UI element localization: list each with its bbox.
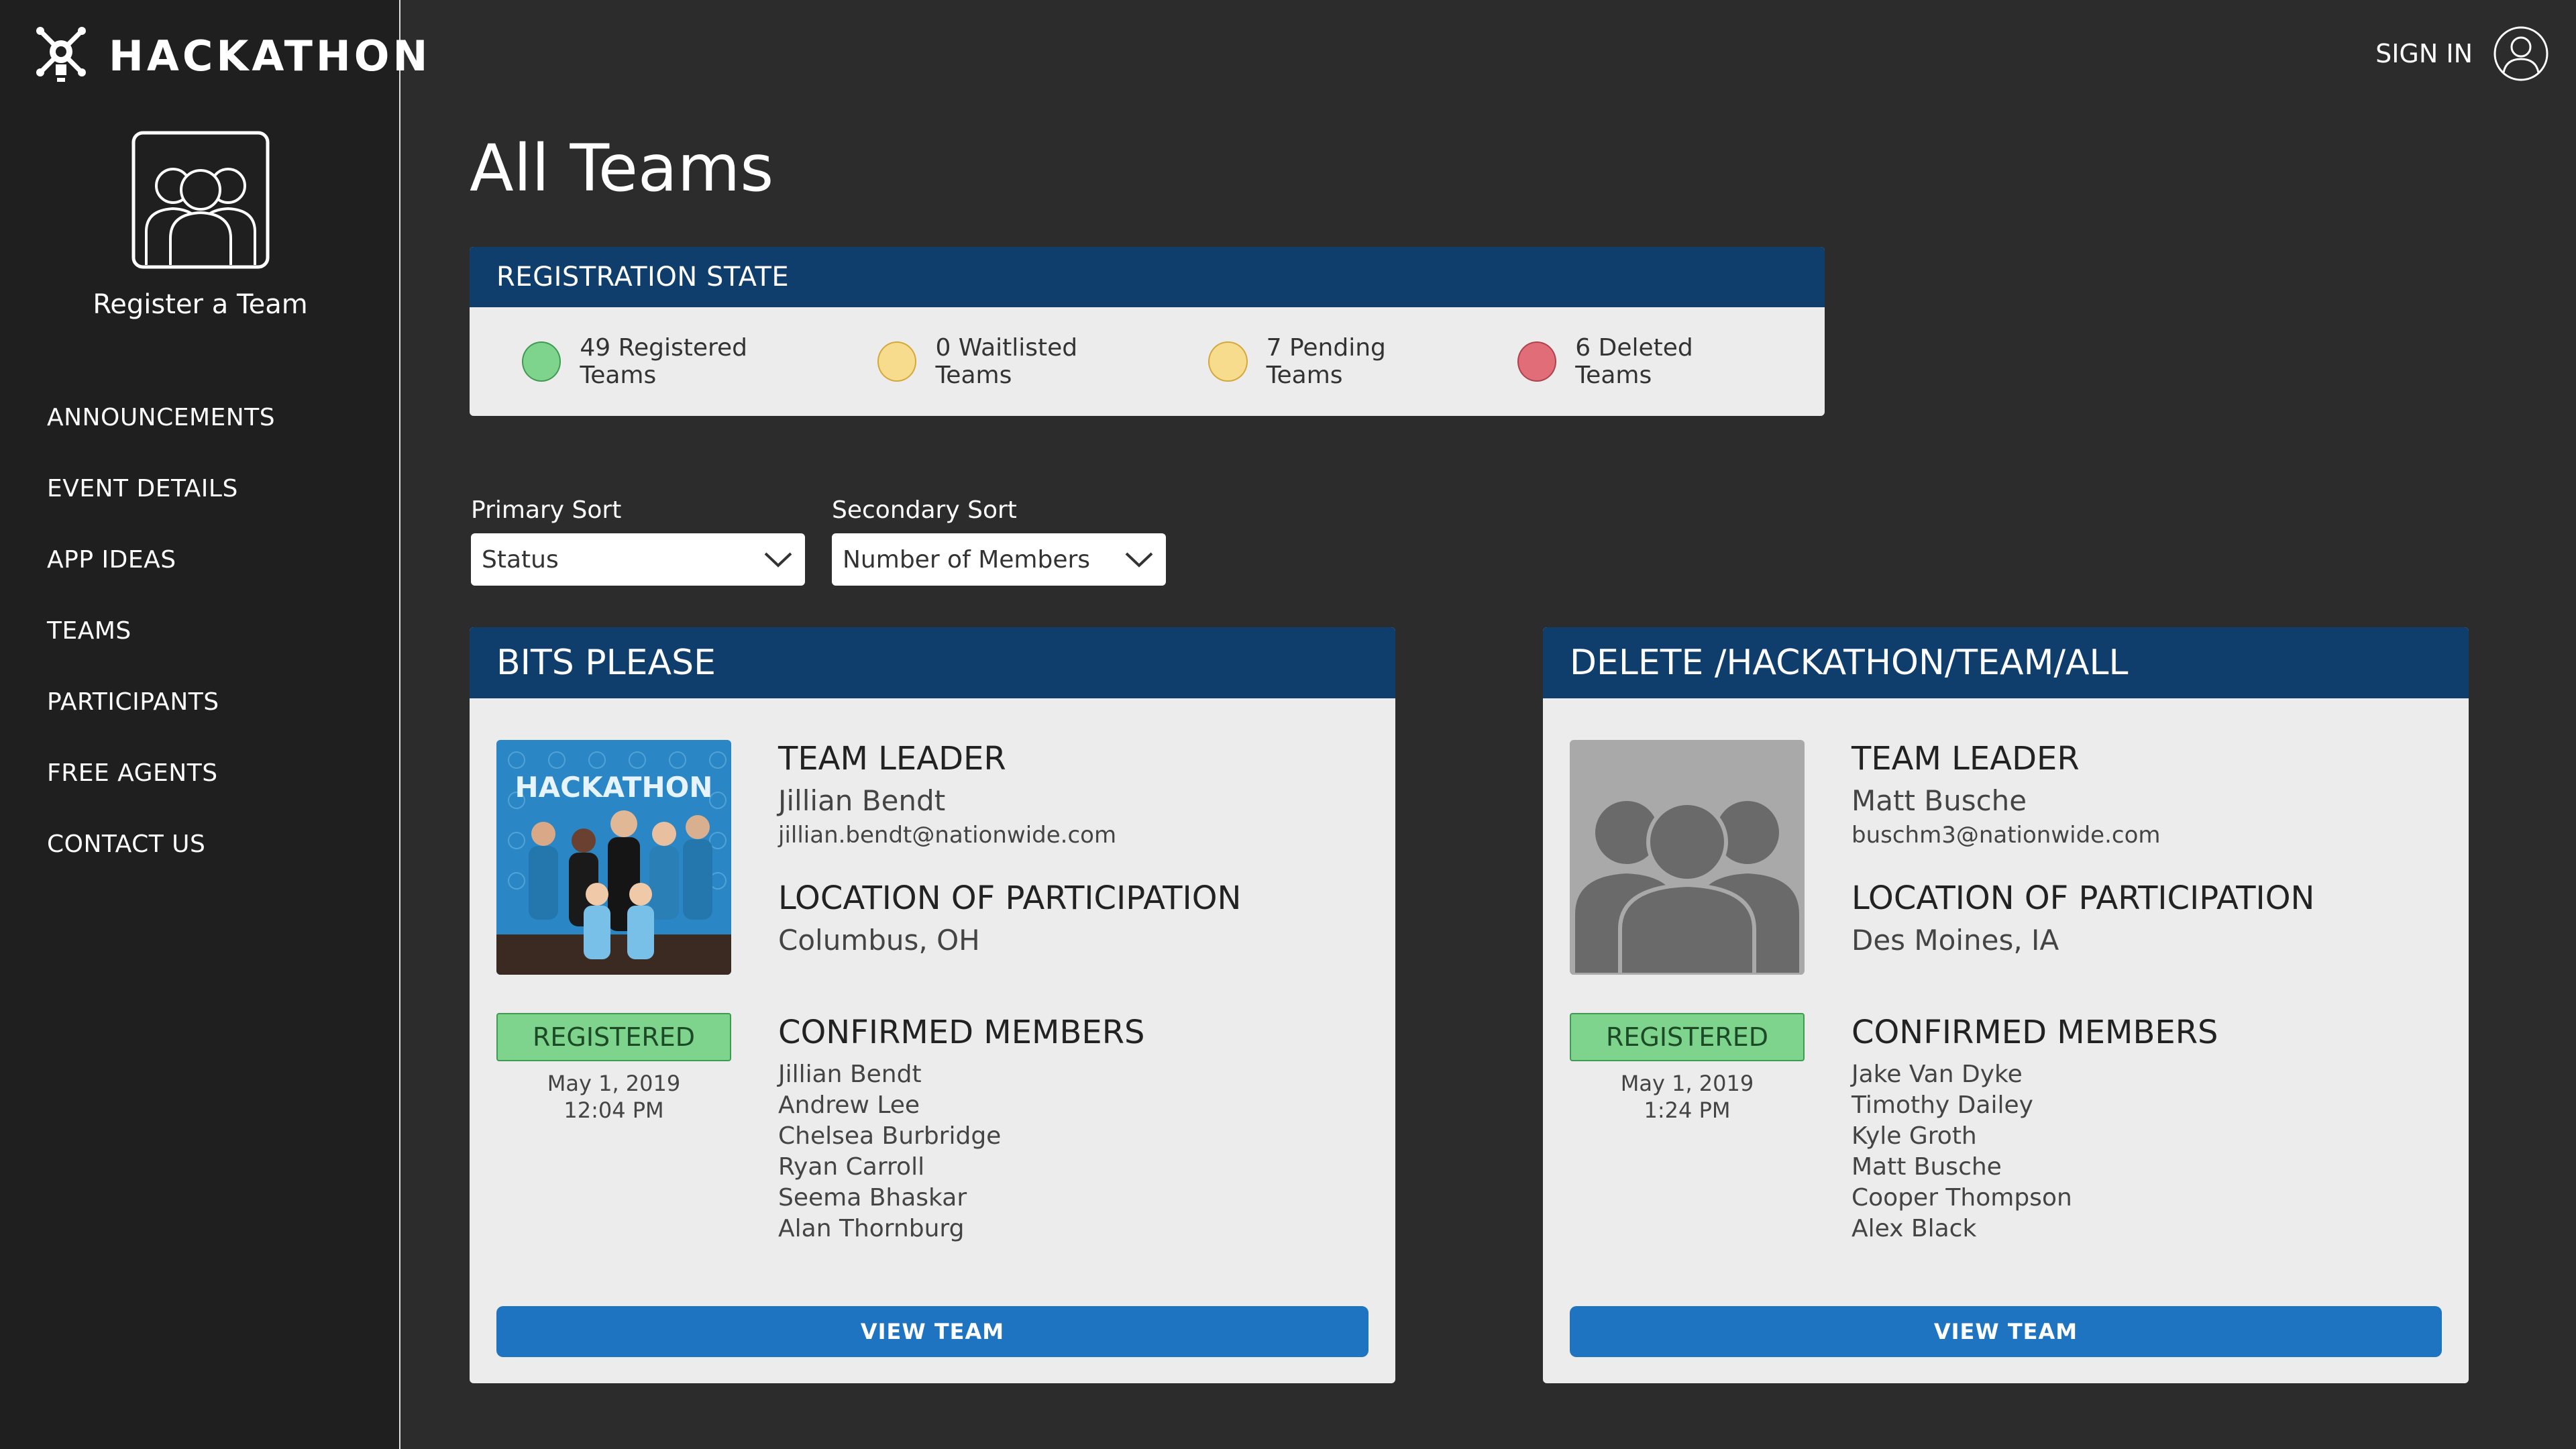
stat-pending: 7 Pending Teams [1208, 334, 1464, 389]
nav-item-participants[interactable]: PARTICIPANTS [47, 684, 275, 755]
register-team-button[interactable]: Register a Team [0, 131, 400, 320]
registration-state-title: REGISTRATION STATE [470, 247, 1825, 307]
status-dot-red [1517, 341, 1557, 382]
sign-in-link[interactable]: SIGN IN [2375, 39, 2473, 68]
nav-item-app-ideas[interactable]: APP IDEAS [47, 541, 275, 612]
team-photo: HACKATHON [496, 740, 731, 975]
registration-time: 12:04 PM [564, 1097, 664, 1123]
status-dot-yellow [877, 341, 917, 382]
member-item: Jake Van Dyke [1851, 1061, 2023, 1088]
primary-sort-label: Primary Sort [471, 496, 622, 524]
location-title: LOCATION OF PARTICIPATION [1851, 879, 2315, 917]
status-badge: REGISTERED [1570, 1013, 1805, 1061]
member-item: Alex Black [1851, 1215, 1977, 1242]
stat-label: 6 Deleted Teams [1575, 334, 1693, 389]
view-team-button[interactable]: VIEW TEAM [1570, 1306, 2442, 1357]
location-title: LOCATION OF PARTICIPATION [778, 879, 1242, 917]
member-item: Jillian Bendt [778, 1061, 922, 1088]
brand-logo[interactable]: HACKATHON [34, 25, 431, 86]
confirmed-members-title: CONFIRMED MEMBERS [778, 1014, 1145, 1051]
member-item: Andrew Lee [778, 1091, 920, 1119]
confirmed-members-title: CONFIRMED MEMBERS [1851, 1014, 2218, 1051]
nav-item-event-details[interactable]: EVENT DETAILS [47, 470, 275, 541]
registration-timestamp: May 1, 2019 1:24 PM [1570, 1070, 1805, 1124]
team-photo-image: HACKATHON [496, 740, 731, 975]
secondary-sort-label: Secondary Sort [832, 496, 1017, 524]
team-name: BITS PLEASE [470, 627, 1395, 698]
nav-item-announcements[interactable]: ANNOUNCEMENTS [47, 399, 275, 470]
team-leader-title: TEAM LEADER [778, 740, 1006, 777]
stat-waitlisted: 0 Waitlisted Teams [877, 334, 1155, 389]
location-value: Des Moines, IA [1851, 924, 2059, 957]
registration-stats: 49 Registered Teams 0 Waitlisted Teams 7… [470, 307, 1825, 416]
team-leader-email[interactable]: buschm3@nationwide.com [1851, 822, 2161, 849]
stat-label: 49 Registered Teams [580, 334, 748, 389]
page-title: All Teams [470, 131, 774, 206]
member-item: Kyle Groth [1851, 1122, 1977, 1150]
user-avatar-icon[interactable] [2493, 25, 2549, 82]
team-icon [131, 131, 269, 269]
team-photo-placeholder [1570, 740, 1805, 975]
nav-item-contact-us[interactable]: CONTACT US [47, 826, 275, 897]
team-leader-title: TEAM LEADER [1851, 740, 2080, 777]
member-item: Timothy Dailey [1851, 1091, 2033, 1119]
team-leader-email[interactable]: jillian.bendt@nationwide.com [778, 822, 1116, 849]
member-item: Seema Bhaskar [778, 1184, 967, 1212]
status-dot-green [522, 341, 561, 382]
chevron-down-icon [764, 552, 792, 568]
registration-state-panel: REGISTRATION STATE 49 Registered Teams 0… [470, 247, 1825, 416]
registration-date: May 1, 2019 [1620, 1071, 1754, 1096]
register-team-label: Register a Team [93, 289, 308, 320]
primary-sort-group: Primary Sort Status [471, 496, 805, 586]
team-leader-name: Matt Busche [1851, 784, 2027, 817]
primary-sort-select[interactable]: Status [471, 533, 805, 586]
stat-registered: 49 Registered Teams [522, 334, 824, 389]
stat-deleted: 6 Deleted Teams [1517, 334, 1771, 389]
registration-date: May 1, 2019 [547, 1071, 681, 1096]
member-list: Jake Van Dyke Timothy Dailey Kyle Groth … [1851, 1059, 2072, 1244]
secondary-sort-value: Number of Members [843, 545, 1091, 574]
nav-item-teams[interactable]: TEAMS [47, 612, 275, 684]
registration-time: 1:24 PM [1644, 1097, 1731, 1123]
location-value: Columbus, OH [778, 924, 980, 957]
sign-in-area: SIGN IN [2375, 25, 2549, 82]
status-dot-yellow [1208, 341, 1248, 382]
member-item: Chelsea Burbridge [778, 1122, 1002, 1150]
chevron-down-icon [1125, 552, 1153, 568]
registration-timestamp: May 1, 2019 12:04 PM [496, 1070, 731, 1124]
stat-label: 0 Waitlisted Teams [935, 334, 1078, 389]
team-placeholder-icon [1570, 740, 1805, 975]
member-item: Ryan Carroll [778, 1153, 925, 1181]
team-name: DELETE /HACKATHON/TEAM/ALL [1543, 627, 2469, 698]
view-team-button[interactable]: VIEW TEAM [496, 1306, 1368, 1357]
team-leader-name: Jillian Bendt [778, 784, 946, 817]
member-item: Alan Thornburg [778, 1215, 965, 1242]
status-badge: REGISTERED [496, 1013, 731, 1061]
gear-lightbulb-icon [36, 27, 86, 82]
secondary-sort-select[interactable]: Number of Members [832, 533, 1166, 586]
team-card: DELETE /HACKATHON/TEAM/ALL TEAM LEADER M… [1543, 627, 2469, 1383]
member-item: Matt Busche [1851, 1153, 2002, 1181]
sidebar-nav: ANNOUNCEMENTS EVENT DETAILS APP IDEAS TE… [47, 399, 275, 897]
stat-label: 7 Pending Teams [1266, 334, 1386, 389]
sidebar: HACKATHON Register a Team ANNOUNCEMENTS … [0, 0, 427, 1449]
secondary-sort-group: Secondary Sort Number of Members [832, 496, 1166, 586]
brand-name: HACKATHON [109, 31, 431, 80]
team-card: BITS PLEASE HACKATHON TEAM LEADER Jillia… [470, 627, 1395, 1383]
photo-banner-text: HACKATHON [515, 771, 713, 804]
member-item: Cooper Thompson [1851, 1184, 2072, 1212]
member-list: Jillian Bendt Andrew Lee Chelsea Burbrid… [778, 1059, 1001, 1244]
primary-sort-value: Status [482, 545, 559, 574]
nav-item-free-agents[interactable]: FREE AGENTS [47, 755, 275, 826]
